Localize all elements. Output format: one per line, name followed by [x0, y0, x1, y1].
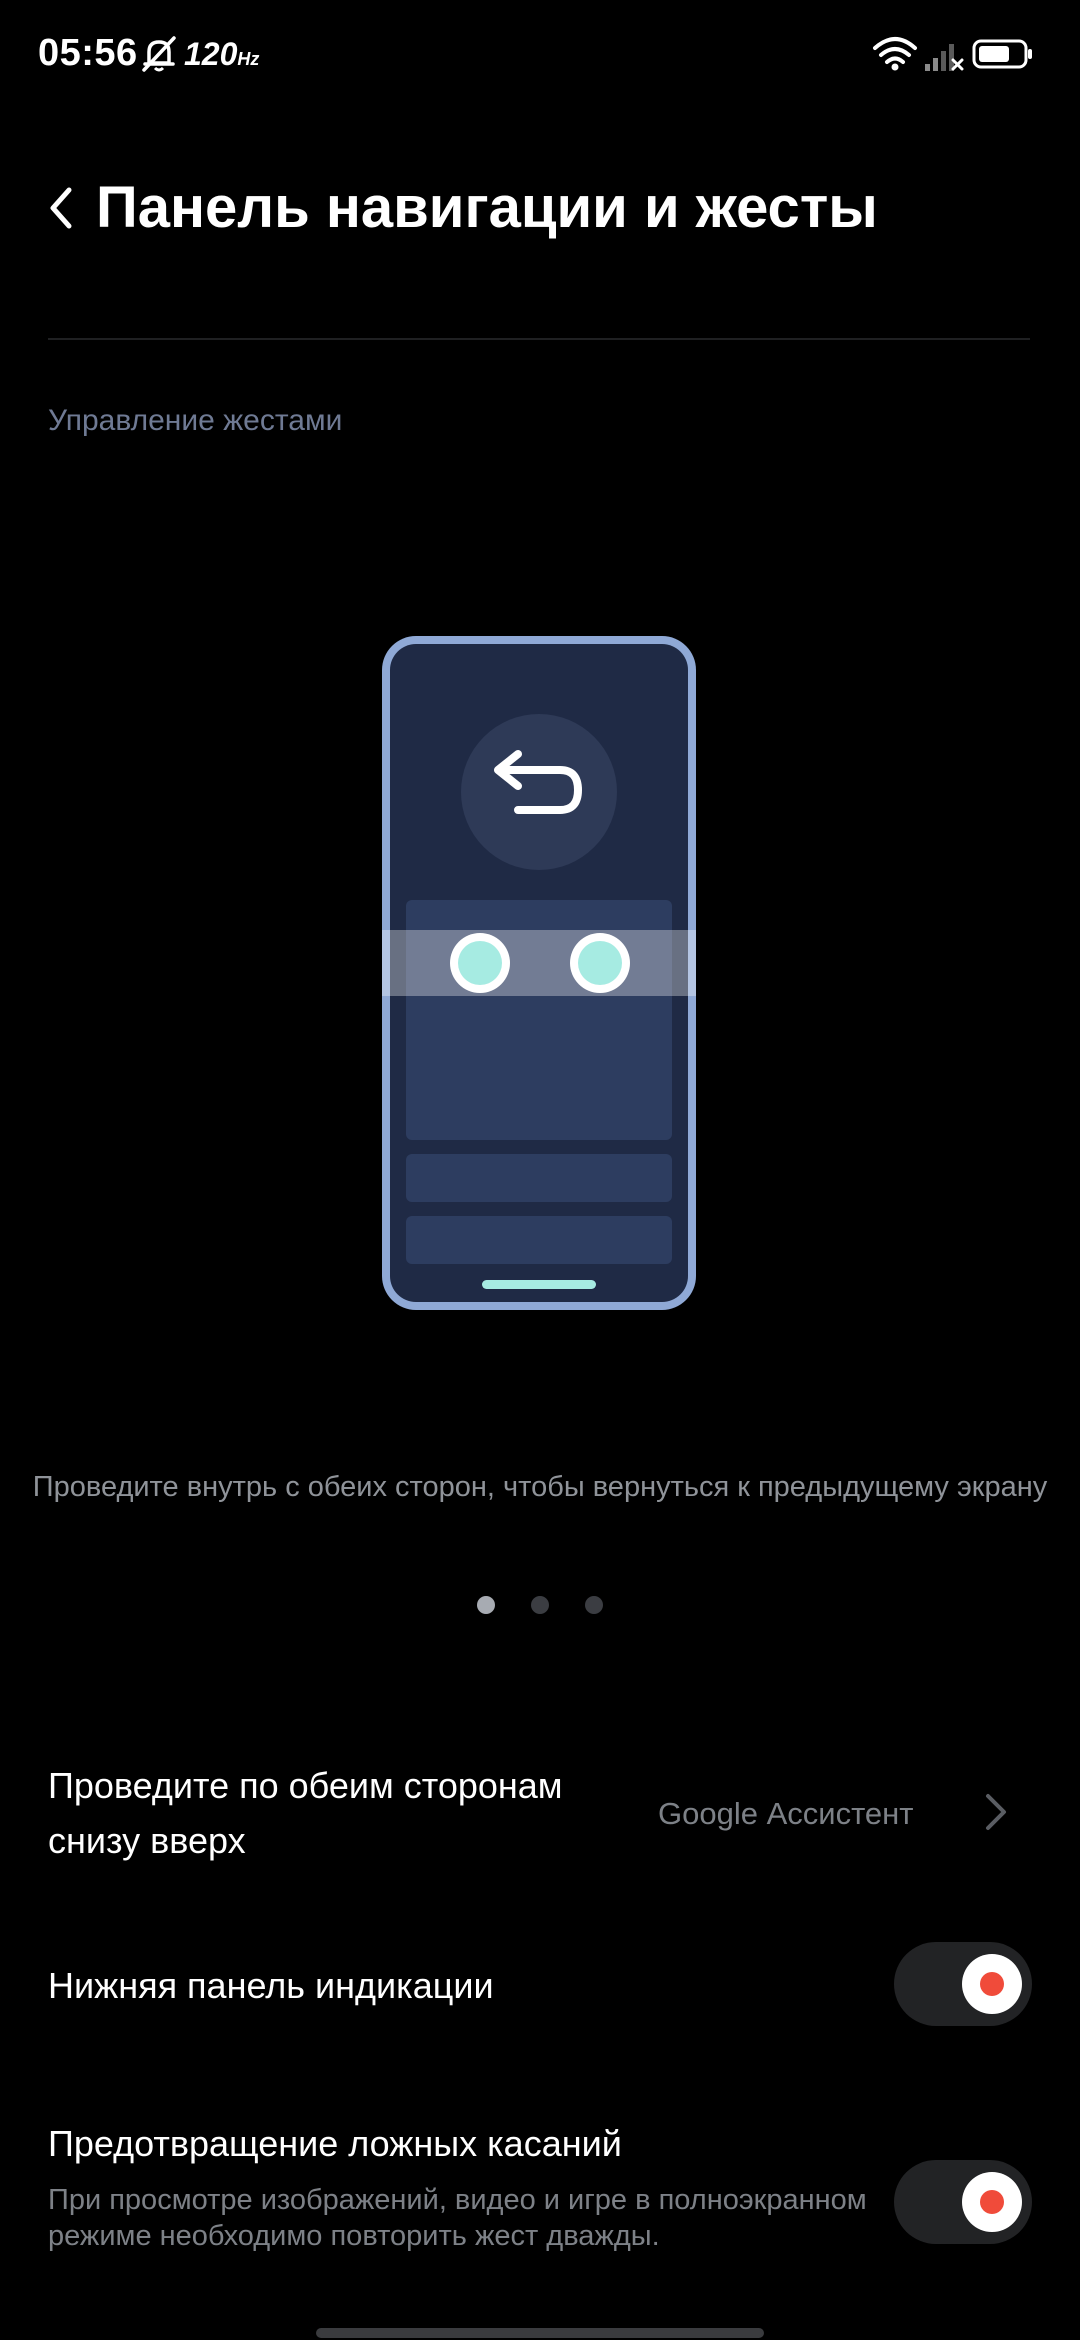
- setting-bottom-bar-title: Нижняя панель индикации: [48, 1965, 494, 2006]
- setting-false-touch: Предотвращение ложных касаний При просмо…: [0, 2100, 1080, 2340]
- phone-home-bar: [482, 1280, 596, 1289]
- bottom-bar-toggle[interactable]: [894, 1942, 1032, 2026]
- home-indicator[interactable]: [316, 2328, 764, 2338]
- battery-icon: [972, 39, 1032, 69]
- false-touch-toggle[interactable]: [894, 2160, 1032, 2244]
- touch-dot-left-fill: [458, 941, 502, 985]
- toggle-knob: [962, 1954, 1022, 2014]
- header-divider: [48, 338, 1030, 340]
- setting-swipe-up-value: Google Ассистент: [658, 1796, 914, 1831]
- chevron-left-icon: [50, 187, 72, 229]
- pager-dot-2[interactable]: [531, 1596, 549, 1614]
- gesture-caption: Проведите внутрь с обеих сторон, чтобы в…: [32, 1471, 1048, 1503]
- setting-swipe-up-title: Проведите по обеим сторонам снизу вверх: [48, 1765, 563, 1861]
- list-block-1: [406, 1154, 672, 1202]
- refresh-rate-unit: Hz: [237, 49, 260, 69]
- bell-off-icon: [142, 36, 176, 72]
- wifi-icon: [873, 37, 917, 71]
- signal-icon: [925, 44, 964, 71]
- setting-false-touch-title: Предотвращение ложных касаний: [48, 2123, 622, 2164]
- page-title: Панель навигации и жесты: [96, 175, 878, 240]
- status-time: 05:56: [38, 32, 138, 74]
- pager-dot-3[interactable]: [585, 1596, 603, 1614]
- list-block-2: [406, 1216, 672, 1264]
- touch-dot-right-fill: [578, 941, 622, 985]
- setting-swipe-up[interactable]: Проведите по обеим сторонам снизу вверх …: [0, 1742, 1080, 1882]
- refresh-rate-value: 120: [184, 36, 238, 72]
- toggle-knob: [962, 2172, 1022, 2232]
- chevron-right-icon: [986, 1794, 1006, 1830]
- back-bubble: [461, 714, 617, 870]
- swipe-band: [382, 930, 696, 996]
- setting-false-touch-description: При просмотре изображений, видео и игре …: [48, 2184, 867, 2252]
- pager[interactable]: [0, 1596, 1080, 1614]
- pager-dot-1[interactable]: [477, 1596, 495, 1614]
- setting-bottom-bar: Нижняя панель индикации: [0, 1930, 1080, 2040]
- status-bar: 05:56 120Hz: [0, 0, 1080, 112]
- back-button[interactable]: [30, 168, 90, 248]
- section-label: Управление жестами: [48, 404, 343, 437]
- gesture-illustration: [382, 636, 696, 1310]
- refresh-rate: 120Hz: [184, 36, 259, 73]
